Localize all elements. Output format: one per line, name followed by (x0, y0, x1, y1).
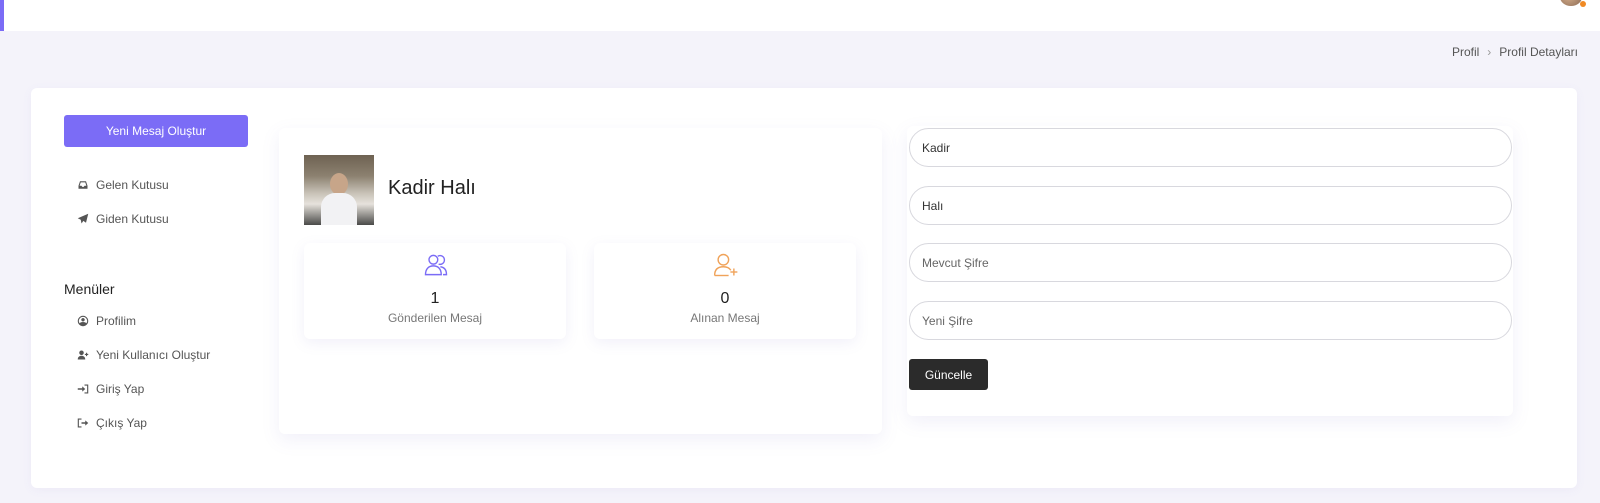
top-navbar (0, 0, 1600, 31)
users-icon (424, 254, 448, 276)
stat-value: 1 (430, 290, 440, 307)
sidebar-item-label: Giriş Yap (96, 382, 145, 396)
user-avatar[interactable] (1560, 0, 1582, 6)
last-name-field[interactable] (909, 186, 1512, 225)
stat-label: Gönderilen Mesaj (387, 311, 483, 325)
current-password-field[interactable] (909, 243, 1512, 282)
profile-name: Kadir Halı (388, 177, 476, 199)
sidebar-item-login[interactable]: Giriş Yap (77, 382, 144, 396)
sidebar-item-label: Yeni Kullanıcı Oluştur (96, 348, 211, 362)
status-dot (1580, 1, 1586, 7)
navbar-accent-bar (0, 0, 4, 31)
chevron-right-icon: › (1487, 45, 1492, 59)
breadcrumb-item-current: Profil Detayları (1499, 45, 1578, 59)
sidebar-item-outbox[interactable]: Giden Kutusu (77, 212, 169, 226)
menu-title: Menüler (64, 281, 115, 297)
sidebar-item-logout[interactable]: Çıkış Yap (77, 416, 147, 430)
user-plus-outline-icon (713, 253, 738, 277)
stat-card-received: 0 Alınan Mesaj (594, 243, 856, 339)
first-name-field[interactable] (909, 128, 1512, 167)
user-circle-icon (77, 315, 89, 327)
new-password-field[interactable] (909, 301, 1512, 340)
inbox-icon (78, 181, 88, 189)
sidebar-item-label: Çıkış Yap (96, 416, 147, 430)
user-plus-icon (77, 350, 89, 360)
stat-value: 0 (720, 290, 730, 307)
new-message-button[interactable]: Yeni Mesaj Oluştur (64, 115, 248, 147)
sidebar-item-inbox[interactable]: Gelen Kutusu (77, 178, 169, 192)
sign-in-icon (77, 384, 89, 394)
stat-card-sent: 1 Gönderilen Mesaj (304, 243, 566, 339)
sidebar-item-new-user[interactable]: Yeni Kullanıcı Oluştur (77, 348, 210, 362)
paper-plane-icon (77, 213, 89, 224)
stat-label: Alınan Mesaj (690, 311, 760, 325)
sign-out-icon (77, 418, 89, 428)
sidebar-item-label: Profilim (96, 314, 137, 328)
profile-photo (304, 155, 374, 225)
sidebar-item-label: Giden Kutusu (96, 212, 169, 226)
breadcrumb: Profil › Profil Detayları (1452, 45, 1578, 59)
sidebar-item-profile[interactable]: Profilim (77, 314, 136, 328)
sidebar-item-label: Gelen Kutusu (96, 178, 169, 192)
update-button[interactable]: Güncelle (909, 359, 988, 390)
breadcrumb-item-profil[interactable]: Profil (1452, 45, 1479, 59)
